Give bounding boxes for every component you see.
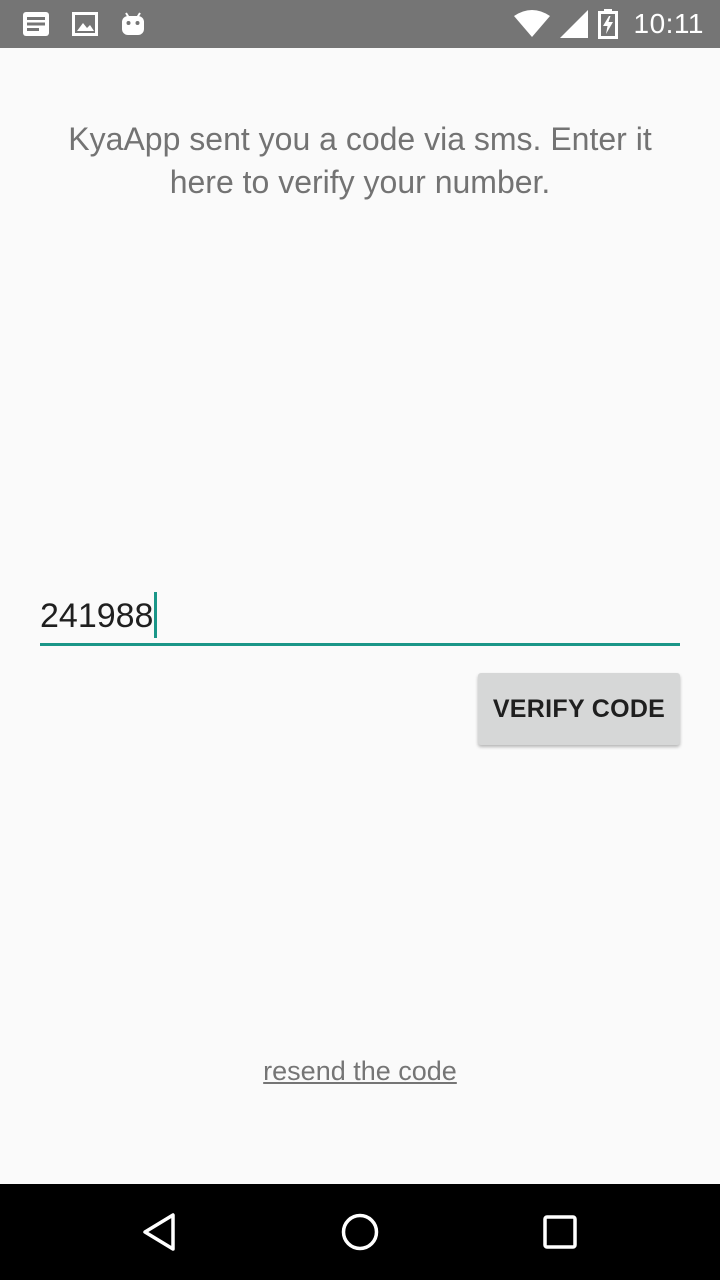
- home-icon: [340, 1212, 380, 1252]
- code-input[interactable]: 241988: [40, 588, 680, 646]
- back-button[interactable]: [130, 1202, 190, 1262]
- status-right-icons: 10:11: [513, 0, 705, 48]
- android-icon: [120, 11, 146, 37]
- notes-icon: [22, 11, 50, 37]
- signal-icon: [559, 10, 588, 38]
- navigation-bar: [0, 1184, 720, 1280]
- recents-icon: [540, 1212, 580, 1252]
- status-bar: 10:11: [0, 0, 720, 48]
- verification-message: KyaApp sent you a code via sms. Enter it…: [68, 121, 652, 200]
- image-icon: [72, 12, 98, 36]
- status-left-icons: [22, 0, 146, 48]
- status-time: 10:11: [633, 8, 704, 39]
- recents-button[interactable]: [530, 1202, 590, 1262]
- code-text: 241988: [40, 597, 154, 635]
- battery-charging-icon: [597, 9, 618, 39]
- verify-screen: KyaApp sent you a code via sms. Enter it…: [0, 48, 720, 1184]
- code-input-value: 241988: [40, 592, 158, 638]
- verify-code-button[interactable]: VERIFY CODE: [478, 673, 680, 745]
- back-icon: [140, 1212, 180, 1252]
- text-cursor: [154, 592, 158, 638]
- resend-code-link[interactable]: resend the code: [263, 1056, 457, 1086]
- home-button[interactable]: [330, 1202, 390, 1262]
- resend-code-link-row: resend the code: [0, 1056, 720, 1087]
- wifi-icon: [513, 10, 550, 38]
